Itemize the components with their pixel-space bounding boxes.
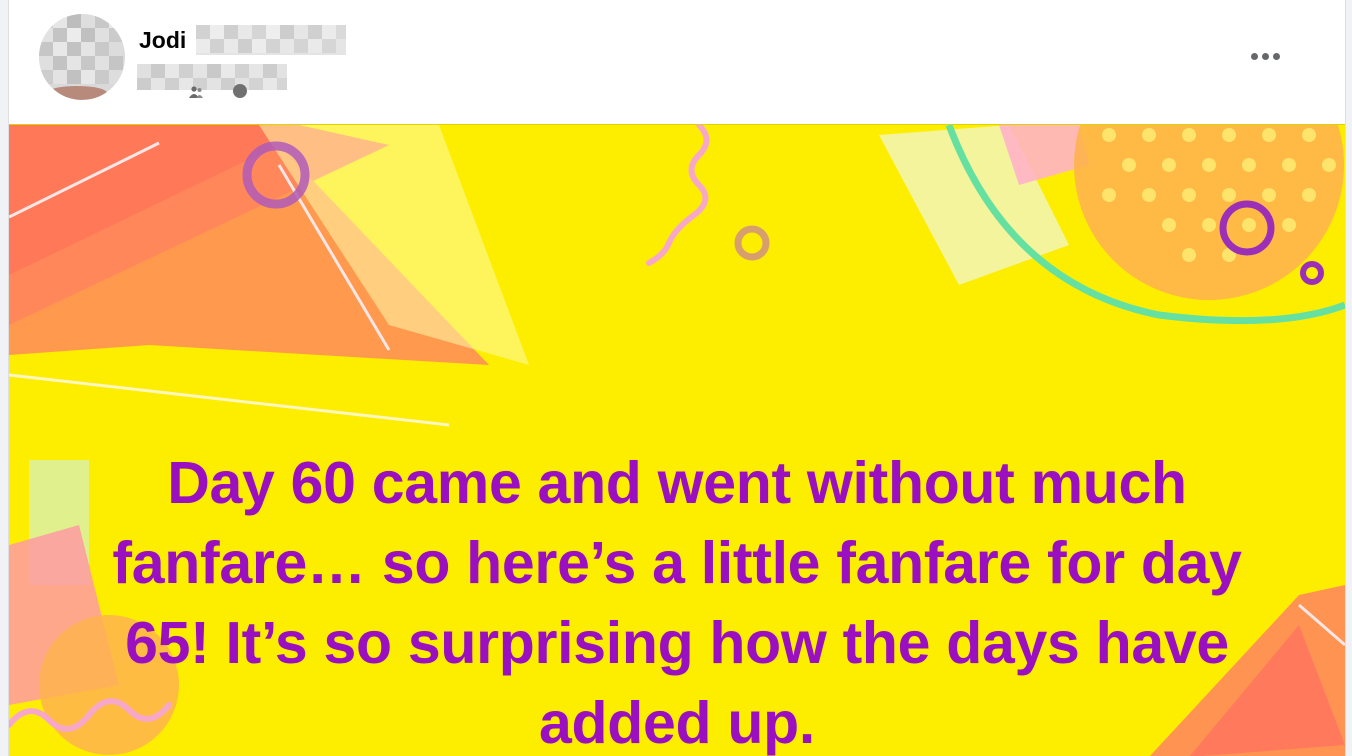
post-body-text: Day 60 came and went without much fanfar… <box>112 450 1242 756</box>
post-header: Jodi <box>9 0 1345 124</box>
audience-globe-icon <box>233 84 247 98</box>
post-options-button[interactable] <box>1245 36 1285 76</box>
friends-icon[interactable] <box>189 86 203 98</box>
ellipsis-dot <box>1272 52 1280 60</box>
author-name[interactable]: Jodi <box>139 27 186 54</box>
post-card: Jodi Day 60 came and went without much f… <box>8 0 1346 756</box>
ellipsis-horizontal-icon <box>1250 52 1258 60</box>
author-avatar[interactable] <box>39 14 125 100</box>
redacted-surname <box>196 25 347 55</box>
author-row: Jodi <box>139 24 347 56</box>
ellipsis-dot <box>1261 52 1269 60</box>
redacted-timestamp <box>137 64 287 90</box>
post-background: Day 60 came and went without much fanfar… <box>9 124 1345 756</box>
